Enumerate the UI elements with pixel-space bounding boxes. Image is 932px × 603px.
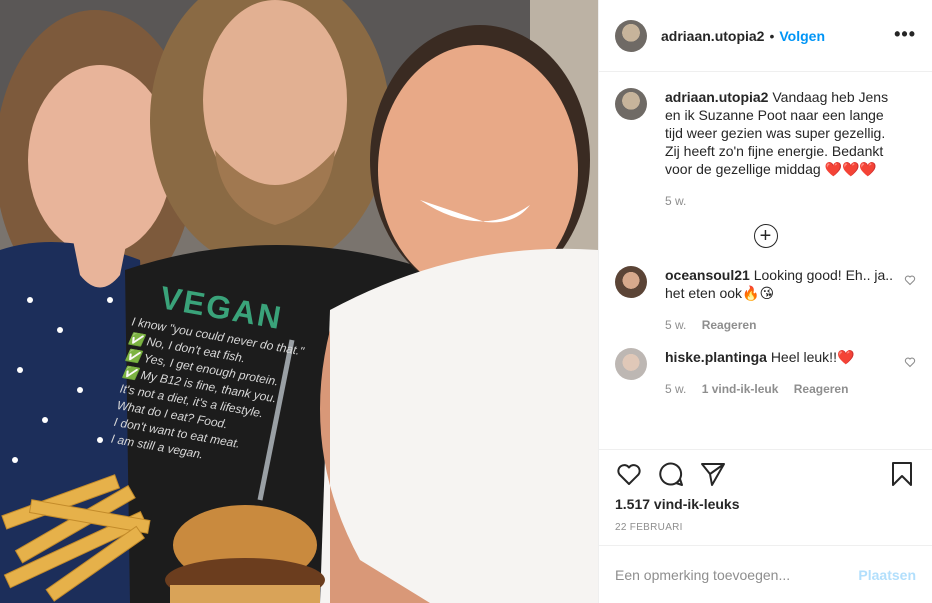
heart-outline-icon[interactable] (615, 460, 643, 488)
commenter-avatar[interactable] (615, 266, 647, 298)
add-comment-bar: Een opmerking toevoegen... Plaatsen (599, 545, 932, 603)
load-more-comments[interactable]: + (615, 224, 916, 248)
follow-button[interactable]: Volgen (779, 28, 825, 44)
caption: adriaan.utopia2 Vandaag heb Jens en ik S… (615, 88, 916, 210)
reply-button[interactable]: Reageren (794, 382, 849, 396)
comment-input[interactable]: Een opmerking toevoegen... (615, 567, 858, 583)
post-header: adriaan.utopia2 • Volgen ••• (599, 0, 932, 72)
commenter-avatar[interactable] (615, 348, 647, 380)
comment-time[interactable]: 5 w. (665, 318, 686, 332)
comment-bubble-icon[interactable] (657, 460, 685, 488)
more-options-icon[interactable]: ••• (894, 24, 916, 45)
author-username[interactable]: adriaan.utopia2 (661, 28, 764, 44)
header-separator: • (769, 27, 775, 44)
post-comment-button[interactable]: Plaatsen (858, 567, 916, 583)
comment-item: oceansoul21 Looking good! Eh.. ja.. het … (615, 266, 916, 334)
heart-small-icon[interactable] (904, 274, 916, 286)
heart-small-icon[interactable] (904, 356, 916, 368)
plus-circle-icon[interactable]: + (753, 224, 778, 248)
post-actions: 1.517 vind-ik-leuks 22 FEBRUARI (599, 449, 932, 545)
post-date[interactable]: 22 FEBRUARI (615, 522, 916, 533)
caption-avatar[interactable] (615, 88, 647, 120)
post-photo[interactable]: VEGAN I know "you could never do that." ✅… (0, 0, 598, 603)
photo-illustration (0, 0, 598, 603)
bookmark-icon[interactable] (888, 460, 916, 488)
likes-count[interactable]: 1.517 vind-ik-leuks (615, 496, 916, 512)
comment-time[interactable]: 5 w. (665, 382, 686, 396)
comment-username[interactable]: hiske.plantinga (665, 349, 767, 365)
comment-username[interactable]: oceansoul21 (665, 267, 750, 283)
instagram-post-modal: VEGAN I know "you could never do that." ✅… (0, 0, 932, 603)
comment-item: hiske.plantinga Heel leuk!!❤️ 5 w. 1 vin… (615, 348, 916, 398)
comments-section[interactable]: adriaan.utopia2 Vandaag heb Jens en ik S… (599, 72, 932, 450)
post-side-panel: adriaan.utopia2 • Volgen ••• adriaan.uto… (598, 0, 932, 603)
caption-time[interactable]: 5 w. (665, 194, 686, 208)
author-avatar[interactable] (615, 19, 647, 52)
caption-username[interactable]: adriaan.utopia2 (665, 89, 768, 105)
shirt-print: VEGAN I know "you could never do that." ✅… (110, 275, 347, 484)
comment-text: Heel leuk!!❤️ (770, 349, 855, 365)
comment-likes[interactable]: 1 vind-ik-leuk (702, 382, 779, 396)
paper-plane-icon[interactable] (699, 460, 727, 488)
reply-button[interactable]: Reageren (702, 318, 757, 332)
